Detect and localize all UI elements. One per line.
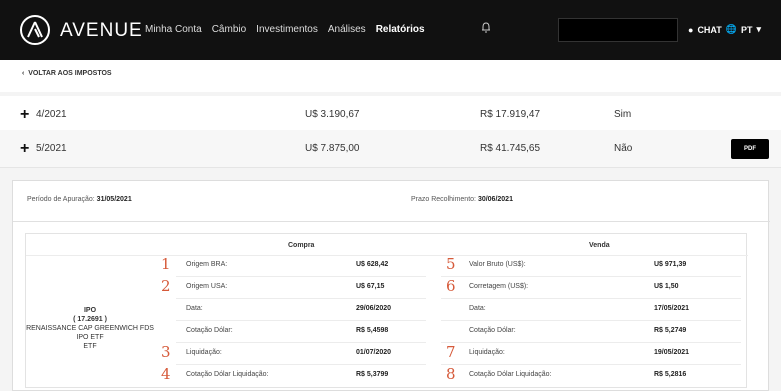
chat-lang-controls: ● CHAT 🌐 PT ▾: [688, 24, 761, 35]
globe-icon[interactable]: 🌐: [726, 24, 737, 35]
venda-label: Cotação Dólar Liquidação:: [469, 371, 552, 378]
venda-label: Valor Bruto (US$):: [469, 261, 526, 268]
venda-label: Cotação Dólar:: [469, 327, 516, 334]
nav-analises[interactable]: Análises: [328, 24, 366, 35]
row-divider: [441, 320, 741, 321]
row-amount-brl: R$ 41.745,65: [480, 143, 541, 154]
row-divider: [176, 276, 426, 277]
language-selector[interactable]: PT: [741, 25, 753, 35]
venda-value: U$ 1,50: [654, 283, 679, 290]
venda-value: U$ 971,39: [654, 261, 687, 268]
row-divider: [176, 298, 426, 299]
row-divider: [441, 298, 741, 299]
compra-value: U$ 67,15: [356, 283, 385, 290]
row-divider: [441, 364, 741, 365]
expand-icon[interactable]: +: [20, 106, 29, 124]
compra-value: R$ 5,3799: [356, 371, 389, 378]
header-divider: [26, 255, 748, 256]
back-link[interactable]: ‹ VOLTAR AOS IMPOSTOS: [22, 70, 112, 77]
pdf-download-button[interactable]: PDF: [731, 139, 769, 159]
recolhimento-period: Prazo Recolhimento: 30/06/2021: [411, 196, 513, 203]
venda-value: 17/05/2021: [654, 305, 690, 312]
report-row[interactable]: + 4/2021 U$ 3.190,67 R$ 17.919,47 Sim: [0, 96, 781, 134]
main-nav: Minha Conta Câmbio Investimentos Análise…: [145, 24, 425, 35]
compra-label: Data:: [186, 305, 203, 312]
row-period: 4/2021: [36, 109, 67, 120]
annotation-number: 6: [446, 277, 456, 295]
redacted-user-box: [558, 18, 678, 42]
annotation-number: 2: [161, 277, 171, 295]
detail-panel: Período de Apuração: 31/05/2021 Prazo Re…: [12, 180, 770, 391]
venda-value: R$ 5,2816: [654, 371, 687, 378]
back-link-label: VOLTAR AOS IMPOSTOS: [28, 70, 112, 77]
compra-label: Cotação Dólar Liquidação:: [186, 371, 269, 378]
compra-value: R$ 5,4598: [356, 327, 389, 334]
asset-name: RENAISSANCE CAP GREENWICH FDS IPO ETF: [26, 325, 154, 341]
top-navbar: AVENUE Minha Conta Câmbio Investimentos …: [0, 0, 781, 60]
row-period: 5/2021: [36, 143, 67, 154]
avenue-logo-icon[interactable]: [20, 15, 50, 45]
venda-header: Venda: [589, 242, 610, 249]
nav-investimentos[interactable]: Investimentos: [256, 24, 318, 35]
nav-cambio[interactable]: Câmbio: [212, 24, 246, 35]
row-divider: [176, 364, 426, 365]
annotation-number: 3: [161, 343, 171, 361]
apuracao-value: 31/05/2021: [96, 196, 132, 203]
row-status: Não: [614, 143, 633, 154]
brand-name[interactable]: AVENUE: [60, 20, 143, 42]
nav-relatorios[interactable]: Relatórios: [376, 24, 425, 35]
venda-label: Liquidação:: [469, 349, 505, 356]
partially-hidden-row: [0, 86, 781, 92]
asset-kind: ETF: [83, 343, 97, 350]
compra-label: Origem USA:: [186, 283, 228, 290]
compra-value: U$ 628,42: [356, 261, 389, 268]
asset-info: IPO ( 17.2691 ) RENAISSANCE CAP GREENWIC…: [26, 306, 154, 351]
annotation-number: 4: [161, 365, 171, 383]
operations-table: Compra Venda IPO ( 17.2691 ) RENAISSANCE…: [25, 233, 748, 388]
compra-label: Liquidação:: [186, 349, 222, 356]
compra-label: Cotação Dólar:: [186, 327, 233, 334]
expand-icon[interactable]: +: [20, 140, 29, 158]
row-amount-usd: U$ 7.875,00: [305, 143, 360, 154]
chat-bubble-icon[interactable]: ●: [688, 25, 693, 35]
compra-label: Origem BRA:: [186, 261, 228, 268]
bell-icon[interactable]: [481, 22, 491, 36]
asset-quantity: ( 17.2691 ): [73, 316, 107, 323]
row-divider: [441, 276, 741, 277]
venda-value: R$ 5,2749: [654, 327, 687, 334]
compra-header: Compra: [288, 242, 315, 249]
row-status: Sim: [614, 109, 632, 120]
chat-button[interactable]: CHAT: [697, 25, 721, 35]
row-amount-usd: U$ 3.190,67: [305, 109, 360, 120]
venda-value: 19/05/2021: [654, 349, 690, 356]
venda-label: Corretagem (US$):: [469, 283, 529, 290]
asset-type: IPO: [83, 307, 97, 314]
venda-label: Data:: [469, 305, 486, 312]
divider: [13, 221, 770, 222]
annotation-number: 8: [446, 365, 456, 383]
recolhimento-value: 30/06/2021: [477, 196, 513, 203]
report-row[interactable]: + 5/2021 U$ 7.875,00 R$ 41.745,65 Não PD…: [0, 130, 781, 168]
compra-value: 01/07/2020: [356, 349, 392, 356]
row-divider: [176, 320, 426, 321]
apuracao-period: Período de Apuração: 31/05/2021: [27, 196, 132, 203]
compra-value: 29/06/2020: [356, 305, 392, 312]
row-amount-brl: R$ 17.919,47: [480, 109, 541, 120]
annotation-number: 5: [446, 255, 456, 273]
nav-minha-conta[interactable]: Minha Conta: [145, 24, 202, 35]
apuracao-label: Período de Apuração:: [27, 196, 95, 203]
row-divider: [176, 342, 426, 343]
annotation-number: 7: [446, 343, 456, 361]
chevron-down-icon[interactable]: ▾: [757, 24, 762, 35]
recolhimento-label: Prazo Recolhimento:: [411, 196, 476, 203]
row-divider: [441, 342, 741, 343]
annotation-number: 1: [161, 255, 171, 273]
